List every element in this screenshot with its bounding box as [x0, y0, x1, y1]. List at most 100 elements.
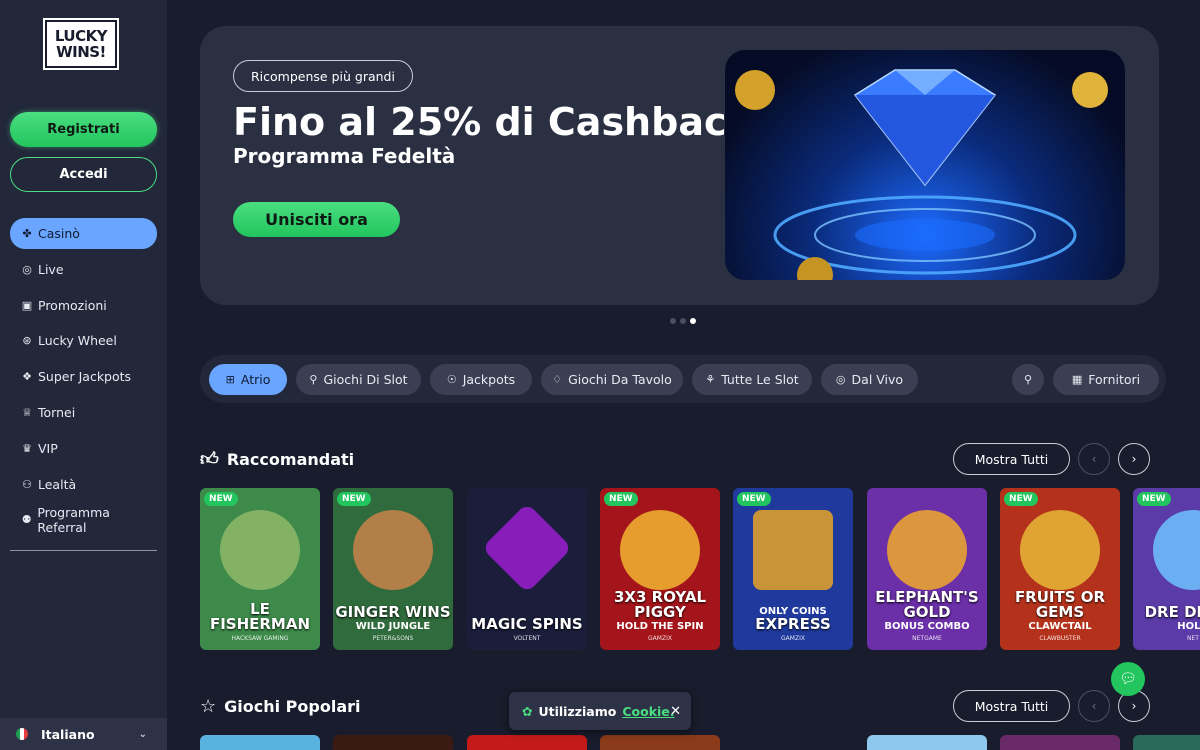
sidebar-item-referral[interactable]: ⚉ Programma Referral — [10, 504, 157, 535]
game-card[interactable] — [600, 735, 720, 750]
game-provider: NETGAME — [912, 635, 942, 642]
game-subtitle: HOLD — [1177, 621, 1200, 632]
search-icon: ⚲ — [1023, 373, 1033, 386]
recommended-show-all-button[interactable]: Mostra Tutti — [953, 443, 1070, 475]
cookie-banner: ✿ Utilizziamo Cookie. ✕ — [509, 692, 691, 730]
game-title: MAGIC SPINS — [471, 615, 583, 633]
vip-icon: ♛ — [22, 441, 32, 455]
tab-giochi-di-slot[interactable]: ⚲ Giochi Di Slot — [296, 364, 421, 395]
game-card[interactable]: NEW LE FISHERMAN HACKSAW GAMING — [200, 488, 320, 650]
tab-label: Jackpots — [462, 372, 516, 387]
game-artwork — [1153, 510, 1200, 590]
game-artwork — [887, 510, 967, 590]
sidebar-nav: ✤ Casinò ◎ Live ▣ Promozioni ⊛ Lucky Whe… — [10, 218, 157, 540]
sidebar-item-super-jackpots[interactable]: ❖ Super Jackpots — [10, 361, 157, 392]
chat-button[interactable]: 💬︎ — [1111, 662, 1145, 696]
game-card[interactable] — [200, 735, 320, 750]
live-icon: ◎ — [22, 262, 32, 276]
language-label: Italiano — [41, 726, 95, 742]
game-card[interactable]: NEW FRUITS OR GEMS CLAWCTAIL CLAWBUSTER — [1000, 488, 1120, 650]
game-card[interactable]: ELEPHANT'S GOLD BONUS COMBO NETGAME — [867, 488, 987, 650]
sidebar-item-lealta[interactable]: ⚇ Lealtà — [10, 469, 157, 500]
tab-atrio[interactable]: ⊞ Atrio — [209, 364, 287, 395]
game-card[interactable] — [1000, 735, 1120, 750]
tab-giochi-da-tavolo[interactable]: ♢ Giochi Da Tavolo — [541, 364, 683, 395]
game-title: DRE DIAMO — [1144, 603, 1200, 621]
sidebar-item-lucky-wheel[interactable]: ⊛ Lucky Wheel — [10, 325, 157, 356]
game-artwork — [620, 510, 700, 590]
game-card[interactable]: NEW ONLY COINS EXPRESS GAMZIX — [733, 488, 853, 650]
join-now-button[interactable]: Unisciti ora — [233, 202, 400, 237]
game-artwork — [753, 510, 833, 590]
sidebar-item-tornei[interactable]: ♕ Tornei — [10, 397, 157, 428]
new-badge: NEW — [337, 492, 371, 506]
cookie-text: Utilizziamo — [538, 703, 617, 719]
providers-grid-icon: ▦ — [1071, 373, 1083, 386]
new-badge: NEW — [604, 492, 638, 506]
tab-dal-vivo[interactable]: ◎ Dal Vivo — [821, 364, 918, 395]
close-icon[interactable]: ✕ — [670, 704, 681, 719]
sidebar-item-label: Tornei — [38, 404, 76, 420]
recommended-prev-button[interactable]: ‹ — [1078, 443, 1110, 475]
new-badge: NEW — [1137, 492, 1171, 506]
loyalty-icon: ⚇ — [22, 477, 32, 491]
game-card[interactable]: NEW DRE DIAMO HOLD NET — [1133, 488, 1200, 650]
game-card[interactable] — [867, 735, 987, 750]
game-card[interactable] — [467, 735, 587, 750]
sidebar-item-label: Super Jackpots — [38, 369, 132, 385]
sidebar-item-label: Live — [38, 261, 64, 277]
popular-title: Giochi Popolari — [224, 697, 361, 716]
sidebar-item-live[interactable]: ◎ Live — [10, 254, 157, 285]
sidebar-item-vip[interactable]: ♛ VIP — [10, 433, 157, 464]
referral-icon: ⚉ — [21, 513, 32, 527]
game-artwork — [481, 502, 573, 594]
slot-icon: ⚲ — [309, 373, 318, 386]
slots-icon: ⚘ — [705, 373, 716, 386]
chevron-down-icon: ⌄ — [138, 728, 147, 740]
hero-banner[interactable]: Ricompense più grandi Fino al 25% di Cas… — [200, 26, 1159, 305]
tab-tutte-le-slot[interactable]: ⚘ Tutte Le Slot — [692, 364, 812, 395]
carousel-dot-active[interactable] — [690, 318, 696, 324]
game-artwork — [353, 510, 433, 590]
providers-label: Fornitori — [1088, 372, 1141, 387]
carousel-dots — [670, 318, 696, 324]
italy-flag-icon — [16, 728, 28, 740]
register-button[interactable]: Registrati — [10, 112, 157, 147]
carousel-dot[interactable] — [670, 318, 676, 324]
providers-button[interactable]: ▦ Fornitori — [1053, 364, 1159, 395]
language-selector[interactable]: Italiano ⌄ — [0, 718, 167, 750]
sidebar-item-casino[interactable]: ✤ Casinò — [10, 218, 157, 249]
chevron-left-icon: ‹ — [1091, 452, 1097, 466]
popular-header: ☆ Giochi Popolari — [200, 696, 361, 717]
search-button[interactable]: ⚲ — [1012, 364, 1044, 395]
game-card[interactable]: NEW GINGER WINS WILD JUNGLE PETER&SONS — [333, 488, 453, 650]
game-provider: PETER&SONS — [372, 635, 414, 642]
tab-label: Dal Vivo — [851, 372, 904, 387]
game-provider: NET — [1187, 635, 1199, 642]
chevron-left-icon: ‹ — [1091, 699, 1097, 713]
lucky-wins-logo[interactable]: LUCKY WINS! — [43, 18, 119, 70]
tab-jackpots[interactable]: ☉ Jackpots — [430, 364, 532, 395]
login-button[interactable]: Accedi — [10, 157, 157, 192]
popular-games-row — [200, 735, 1200, 750]
game-card[interactable] — [333, 735, 453, 750]
carousel-dot[interactable] — [680, 318, 686, 324]
sidebar-divider — [10, 550, 157, 551]
popular-show-all-button[interactable]: Mostra Tutti — [953, 690, 1070, 722]
game-card[interactable]: MAGIC SPINS VOLTENT — [467, 488, 587, 650]
game-card[interactable]: NEW 3X3 ROYAL PIGGY HOLD THE SPIN GAMZIX — [600, 488, 720, 650]
casino-icon: ✤ — [22, 227, 32, 240]
sidebar-item-promozioni[interactable]: ▣ Promozioni — [10, 290, 157, 321]
jackpot-icon: ☉ — [446, 373, 457, 386]
recommended-next-button[interactable]: › — [1118, 443, 1150, 475]
new-badge: NEW — [1004, 492, 1038, 506]
cookie-link[interactable]: Cookie. — [622, 704, 674, 719]
popular-prev-button[interactable]: ‹ — [1078, 690, 1110, 722]
tab-label: Giochi Di Slot — [323, 372, 408, 387]
grid-icon: ⊞ — [225, 373, 235, 386]
sidebar-item-label: Programma Referral — [37, 504, 110, 535]
gift-icon: ▣ — [21, 298, 33, 312]
sidebar: LUCKY WINS! Registrati Accedi ✤ Casinò ◎… — [0, 0, 167, 750]
game-card[interactable] — [1133, 735, 1200, 750]
chat-icon: 💬︎ — [1119, 671, 1137, 687]
